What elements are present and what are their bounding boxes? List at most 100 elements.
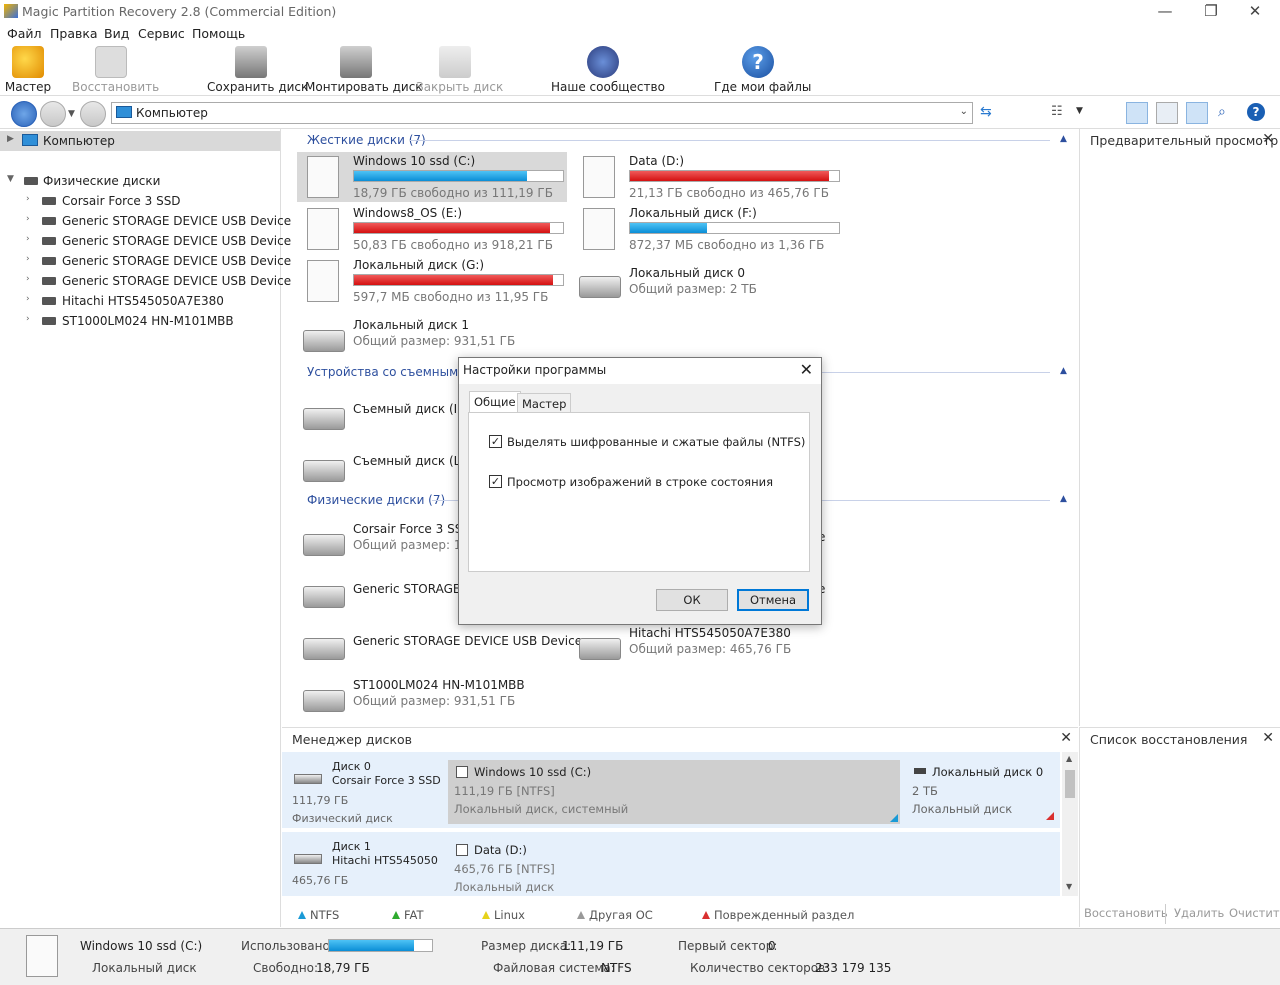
collapse-section-icon[interactable]: ▲ [1060, 134, 1067, 144]
status-fs-value: NTFS [601, 961, 632, 975]
collapse-section-icon[interactable]: ▲ [1060, 494, 1067, 504]
physical-disk-item[interactable]: Generic STORAGE DEVICE USB Device [297, 632, 582, 682]
cancel-button[interactable]: Отмена [737, 589, 809, 611]
close-disk-icon [439, 46, 471, 78]
usage-fill [354, 171, 528, 181]
view-mode-icon[interactable]: ☷ [1051, 104, 1063, 119]
drive-item-c[interactable]: Windows 10 ssd (C:) 18,79 ГБ свободно из… [297, 152, 567, 202]
hdd-icon [914, 768, 926, 774]
physical-disk-item[interactable]: Hitachi HTS545050A7E380 Общий размер: 46… [573, 624, 843, 674]
toolbar: Мастер Восстановить Сохранить диск Монти… [0, 44, 1280, 96]
save-icon[interactable] [1186, 102, 1208, 124]
address-bar[interactable]: Компьютер ⌄ [111, 102, 973, 124]
help-icon[interactable]: ? [1247, 103, 1265, 121]
partition-checkbox[interactable] [456, 844, 468, 856]
usage-fill [630, 171, 829, 181]
where-files-button[interactable]: ? Где мои файлы [714, 44, 811, 96]
expand-icon[interactable]: › [26, 294, 30, 304]
dialog-close-icon[interactable]: ✕ [800, 360, 813, 379]
drive-item-f[interactable]: Локальный диск (F:) 872,37 МБ свободно и… [573, 204, 843, 254]
disk-icon [42, 297, 56, 305]
history-dropdown-icon[interactable]: ▼ [68, 109, 75, 119]
drive-item-g[interactable]: Локальный диск (G:) 597,7 МБ свободно из… [297, 256, 567, 306]
search-icon[interactable]: ⌕ [1218, 104, 1226, 120]
hdd-icon [303, 460, 345, 482]
collapse-icon[interactable]: ▼ [7, 174, 14, 184]
damaged-marker-icon [1046, 812, 1054, 820]
menu-help[interactable]: Помощь [192, 26, 245, 41]
disk-icon [42, 217, 56, 225]
partition-block[interactable]: Windows 10 ssd (C:) 111,19 ГБ [NTFS] Лок… [448, 760, 900, 824]
scroll-down-icon[interactable]: ▼ [1066, 882, 1072, 891]
close-preview-icon[interactable]: ✕ [1262, 131, 1274, 147]
back-button[interactable] [11, 101, 37, 127]
disk-summary: Диск 0 Corsair Force 3 SSD 111,79 ГБ Физ… [290, 758, 441, 828]
expand-icon[interactable]: › [26, 274, 30, 284]
close-disk-button[interactable]: Закрыть диск [416, 44, 503, 96]
mount-disk-button[interactable]: Монтировать диск [305, 44, 423, 96]
restore-toolbar-button[interactable]: Восстановить [72, 44, 159, 96]
drive-item-e[interactable]: Windows8_OS (E:) 50,83 ГБ свободно из 91… [297, 204, 567, 254]
fat-marker-icon [392, 911, 400, 919]
physical-disk-item[interactable]: ST1000LM024 HN-M101MBB Общий размер: 931… [297, 676, 567, 726]
forward-button[interactable] [40, 101, 66, 127]
expand-icon[interactable]: › [26, 234, 30, 244]
drive-view-icon[interactable] [1126, 102, 1148, 124]
computer-icon [116, 106, 132, 118]
expand-icon[interactable]: › [26, 254, 30, 264]
drive-item-local-0[interactable]: Локальный диск 0 Общий размер: 2 ТБ [573, 264, 843, 314]
partition-size: 2 ТБ [912, 784, 938, 798]
restore-list-delete-button[interactable]: Удалить [1174, 906, 1224, 920]
hdd-icon [303, 638, 345, 660]
close-restore-list-icon[interactable]: ✕ [1262, 730, 1274, 746]
collapse-section-icon[interactable]: ▲ [1060, 366, 1067, 376]
encrypted-files-checkbox[interactable]: ✓ [489, 435, 502, 448]
drive-name: Hitachi HTS545050A7E380 [629, 626, 791, 640]
restore-list-clear-button[interactable]: Очистить [1229, 906, 1280, 920]
partition-checkbox[interactable] [456, 766, 468, 778]
menu-file[interactable]: Файл [7, 26, 42, 41]
tree-item-computer[interactable]: ▶ Компьютер [0, 131, 280, 151]
drive-info: 50,83 ГБ свободно из 918,21 ГБ [353, 238, 553, 252]
expand-icon[interactable]: › [26, 314, 30, 324]
tree-item-label: Физические диски [43, 174, 161, 188]
expand-icon[interactable]: › [26, 214, 30, 224]
refresh-icon[interactable]: ⇆ [980, 104, 992, 120]
disk-size: 111,79 ГБ [292, 794, 349, 807]
preview-pane-icon[interactable] [1156, 102, 1178, 124]
partition-block[interactable]: Локальный диск 0 2 ТБ Локальный диск [908, 758, 1056, 824]
drive-icon [307, 156, 339, 198]
tree-item-label: Generic STORAGE DEVICE USB Device [62, 254, 292, 268]
tree-item-label: Generic STORAGE DEVICE USB Device [62, 214, 292, 228]
close-window-button[interactable]: ✕ [1232, 0, 1278, 24]
menu-view[interactable]: Вид [104, 26, 129, 41]
view-mode-dropdown-icon[interactable]: ▼ [1076, 106, 1083, 116]
disk-summary: Диск 1 Hitachi HTS545050A7I 465,76 ГБ [290, 838, 440, 896]
scroll-up-icon[interactable]: ▲ [1066, 754, 1072, 763]
community-label: Наше сообщество [551, 80, 665, 94]
wizard-button[interactable]: Мастер [4, 44, 52, 96]
partition-block[interactable]: Data (D:) 465,76 ГБ [NTFS] Локальный дис… [448, 838, 1048, 896]
up-button[interactable] [80, 101, 106, 127]
menu-edit[interactable]: Правка [50, 26, 98, 41]
community-button[interactable]: Наше сообщество [551, 44, 665, 96]
save-disk-button[interactable]: Сохранить диск [207, 44, 308, 96]
scroll-thumb[interactable] [1065, 770, 1075, 798]
disk-manager-scrollbar[interactable]: ▲ ▼ [1062, 752, 1078, 896]
close-disk-manager-icon[interactable]: ✕ [1060, 730, 1072, 746]
minimize-button[interactable]: — [1142, 0, 1188, 24]
expand-icon[interactable]: ▶ [7, 134, 14, 144]
maximize-button[interactable]: ❐ [1188, 0, 1234, 24]
disk-row[interactable]: Диск 1 Hitachi HTS545050A7I 465,76 ГБ Da… [282, 832, 1060, 896]
image-preview-checkbox[interactable]: ✓ [489, 475, 502, 488]
status-fs-label: Файловая система: [493, 961, 615, 975]
menu-service[interactable]: Сервис [138, 26, 185, 41]
expand-icon[interactable]: › [26, 194, 30, 204]
hdd-icon [579, 638, 621, 660]
drive-item-d[interactable]: Data (D:) 21,13 ГБ свободно из 465,76 ГБ [573, 152, 843, 202]
disk-row[interactable]: Диск 0 Corsair Force 3 SSD 111,79 ГБ Физ… [282, 752, 1060, 828]
address-dropdown-icon[interactable]: ⌄ [960, 106, 968, 117]
restore-list-restore-button[interactable]: Восстановить [1084, 906, 1168, 920]
image-preview-label: Просмотр изображений в строке состояния [507, 475, 774, 489]
ok-button[interactable]: ОК [656, 589, 728, 611]
